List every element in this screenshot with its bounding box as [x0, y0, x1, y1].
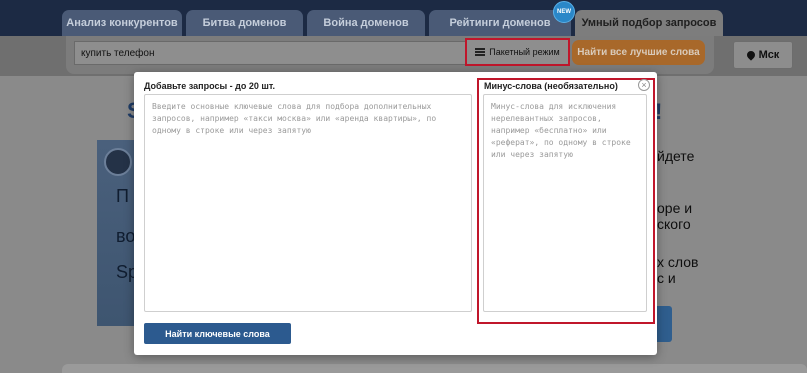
search-input[interactable]: купить телефон — [74, 41, 466, 65]
keyword-batch-modal: Добавьте запросы - до 20 шт. Введите осн… — [134, 72, 657, 355]
background-text: с и — [657, 270, 676, 286]
background-text: ского — [657, 216, 691, 232]
background-text: х слов — [657, 254, 699, 270]
tab-label: Рейтинги доменов — [449, 17, 551, 29]
background-text: во — [116, 226, 136, 246]
location-pin-icon — [745, 49, 757, 61]
minus-words-label: Минус-слова (необязательно) — [484, 81, 618, 91]
background-text: П — [116, 186, 129, 206]
background-text: оре и — [657, 200, 693, 216]
menu-icon — [475, 48, 486, 56]
tab-label: Умный подбор запросов — [581, 17, 717, 29]
tab-domain-war[interactable]: Война доменов — [307, 10, 425, 36]
city-selector[interactable]: Мск — [733, 41, 793, 69]
background-panel — [62, 364, 807, 373]
tab-competitor-analysis[interactable]: Анализ конкурентов — [62, 10, 182, 36]
batch-mode-label: Пакетный режим — [489, 47, 560, 57]
new-badge: NEW — [553, 1, 575, 23]
find-best-words-button[interactable]: Найти все лучшие слова — [572, 40, 705, 65]
tab-domain-battle[interactable]: Битва доменов — [186, 10, 303, 36]
queries-textarea[interactable]: Введите основные ключевые слова для подб… — [144, 94, 472, 312]
tab-domain-ratings[interactable]: Рейтинги доменов NEW — [429, 1, 575, 36]
tab-label: Война доменов — [323, 17, 409, 29]
tab-label: Анализ конкурентов — [66, 17, 178, 29]
minus-words-textarea[interactable]: Минус-слова для исключения нерелевантных… — [483, 94, 647, 312]
batch-mode-button[interactable]: Пакетный режим — [465, 38, 570, 66]
city-label: Мск — [758, 49, 780, 61]
tab-smart-query-selection[interactable]: Умный подбор запросов — [575, 10, 723, 36]
tab-label: Битва доменов — [202, 17, 287, 29]
main-tabs: Анализ конкурентов Битва доменов Война д… — [62, 1, 723, 36]
background-text: йдете — [657, 148, 695, 164]
close-icon[interactable]: × — [638, 79, 650, 91]
find-keywords-button[interactable]: Найти ключевые слова — [144, 323, 291, 344]
queries-label: Добавьте запросы - до 20 шт. — [144, 81, 275, 91]
background-button-fragment — [656, 306, 672, 342]
banner-logo-icon — [104, 148, 132, 176]
